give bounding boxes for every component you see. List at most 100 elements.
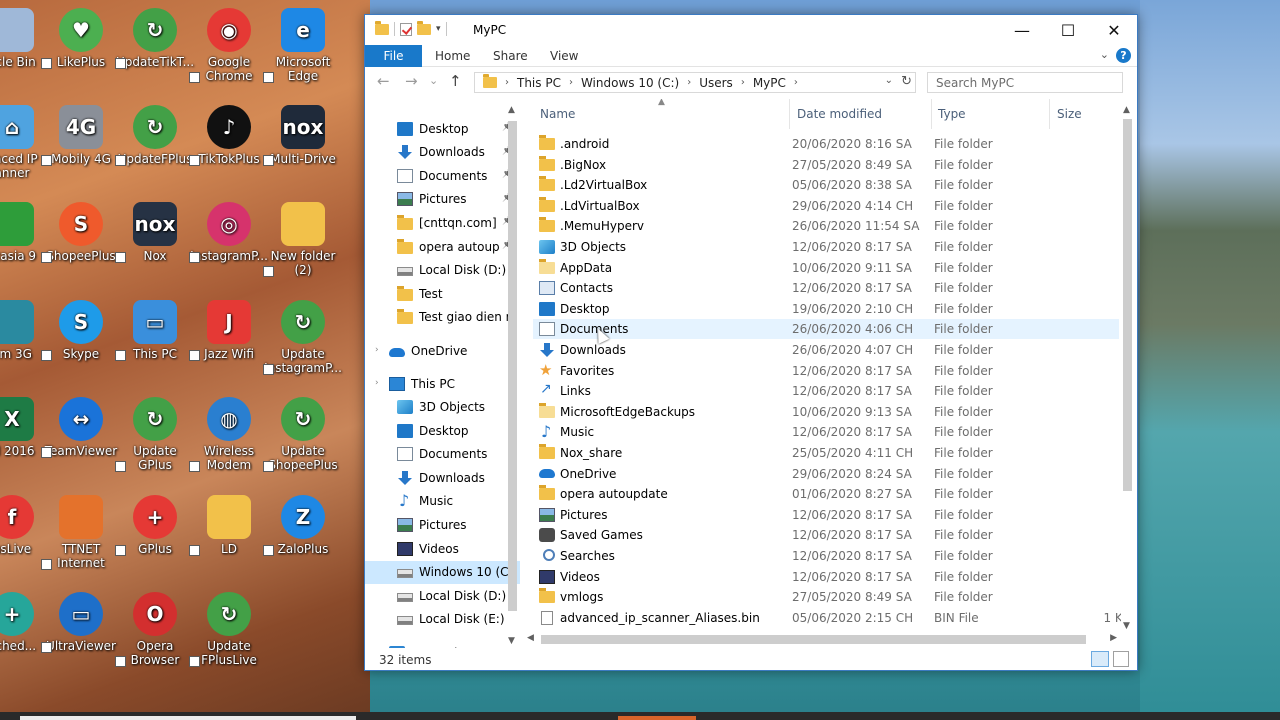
desktop-icon[interactable]: ↻ Update GPlus <box>115 397 195 472</box>
nav-item[interactable]: Pictures <box>365 513 520 536</box>
file-row[interactable]: Pictures 12/06/2020 8:17 SA File folder <box>533 505 1119 525</box>
scrollbar-thumb[interactable] <box>1123 119 1132 491</box>
nav-item[interactable]: Music <box>365 490 520 513</box>
chevron-right-icon[interactable]: › <box>569 77 573 88</box>
tab-view[interactable]: View <box>550 49 578 63</box>
minimize-button[interactable]: — <box>999 15 1045 45</box>
file-row[interactable]: Contacts 12/06/2020 8:17 SA File folder <box>533 278 1119 298</box>
scroll-down-icon[interactable]: ▼ <box>1123 621 1130 631</box>
nav-item[interactable]: [cnttqn.com]📌 <box>365 211 520 234</box>
nav-item[interactable]: › This PC <box>365 372 520 395</box>
help-icon[interactable]: ? <box>1116 48 1131 63</box>
address-bar[interactable]: › This PC › Windows 10 (C:) › Users › My… <box>474 72 916 93</box>
forward-button[interactable]: → <box>405 72 418 90</box>
desktop-icon[interactable]: New folder (2) <box>263 202 343 277</box>
horizontal-scrollbar[interactable]: ◀ ▶ <box>523 632 1121 647</box>
file-row[interactable]: .MemuHyperv 26/06/2020 11:54 SA File folde… <box>533 216 1119 236</box>
file-row[interactable]: Documents 26/06/2020 4:06 CH File folder <box>533 319 1119 340</box>
nav-item[interactable]: Local Disk (E:) <box>365 608 520 631</box>
file-row[interactable]: .android 20/06/2020 8:16 SA File folder <box>533 134 1119 154</box>
nav-item[interactable]: Local Disk (D:) <box>365 259 520 282</box>
maximize-button[interactable]: ☐ <box>1045 15 1091 45</box>
scrollbar-thumb[interactable] <box>541 635 1086 644</box>
desktop-icon[interactable]: 4G Mobily 4G <box>41 105 121 166</box>
desktop-icon[interactable]: ▭ UltraViewer <box>41 592 121 653</box>
nav-item[interactable]: Downloads📌 <box>365 141 520 164</box>
desktop-icon[interactable]: nox Nox <box>115 202 195 263</box>
breadcrumb-mypc[interactable]: MyPC <box>753 76 786 90</box>
desktop-icon[interactable]: ♥ LikePlus <box>41 8 121 69</box>
desktop-icon[interactable]: Z ZaloPlus <box>263 495 343 556</box>
file-row[interactable]: Favorites 12/06/2020 8:17 SA File folder <box>533 361 1119 381</box>
breadcrumb-c-drive[interactable]: Windows 10 (C:) <box>581 76 679 90</box>
desktop-icon[interactable]: TTNET Internet <box>41 495 121 570</box>
file-row[interactable]: AppData 10/06/2020 9:11 SA File folder <box>533 258 1119 278</box>
file-list-scrollbar[interactable]: ▲ ▼ <box>1120 103 1135 633</box>
nav-item[interactable]: Videos <box>365 537 520 560</box>
chevron-right-icon[interactable]: › <box>741 77 745 88</box>
scroll-right-icon[interactable]: ▶ <box>1110 633 1117 643</box>
nav-item[interactable]: Test giao dien m <box>365 306 520 329</box>
desktop-icon[interactable]: ↻ Update FPlusLive <box>189 592 269 667</box>
file-row[interactable]: Desktop 19/06/2020 2:10 CH File folder <box>533 299 1119 319</box>
scroll-left-icon[interactable]: ◀ <box>527 633 534 643</box>
nav-item[interactable]: Desktop <box>365 419 520 442</box>
breadcrumb-users[interactable]: Users <box>699 76 733 90</box>
divider[interactable] <box>931 99 932 129</box>
chevron-right-icon[interactable]: › <box>794 77 798 88</box>
desktop-icon[interactable]: ◎ InstagramP... <box>189 202 269 263</box>
search-input[interactable]: Search MyPC <box>927 72 1123 93</box>
column-header-size[interactable]: Size <box>1057 107 1082 121</box>
file-row[interactable]: .Ld2VirtualBox 05/06/2020 8:38 SA File fol… <box>533 175 1119 195</box>
file-row[interactable]: opera autoupdate 01/06/2020 8:27 SA File f… <box>533 484 1119 504</box>
desktop-icon[interactable]: S ShopeePlus <box>41 202 121 263</box>
nav-item[interactable]: 3D Objects <box>365 395 520 418</box>
file-row[interactable]: 3D Objects 12/06/2020 8:17 SA File folder <box>533 237 1119 257</box>
nav-item[interactable]: Desktop📌 <box>365 117 520 140</box>
properties-icon[interactable] <box>400 22 412 36</box>
scroll-up-icon[interactable]: ▲ <box>508 105 515 115</box>
desktop-icon[interactable]: ↻ Update ShopeePlus <box>263 397 343 472</box>
up-button[interactable]: ↑ <box>449 72 462 90</box>
customize-toolbar-icon[interactable]: ▾ <box>436 24 441 34</box>
close-button[interactable]: ✕ <box>1091 15 1137 45</box>
refresh-icon[interactable]: ↻ <box>901 74 912 89</box>
nav-item[interactable]: Pictures📌 <box>365 188 520 211</box>
desktop-icon[interactable]: ↻ UpdateFPlus <box>115 105 195 166</box>
back-button[interactable]: ← <box>377 72 390 90</box>
address-dropdown-icon[interactable]: ⌄ <box>885 75 893 86</box>
expand-chevron-icon[interactable]: › <box>375 378 379 388</box>
file-row[interactable]: Searches 12/06/2020 8:17 SA File folder <box>533 546 1119 566</box>
nav-item[interactable]: Documents <box>365 443 520 466</box>
desktop-icon[interactable]: ↔ TeamViewer <box>41 397 121 458</box>
nav-item[interactable]: › OneDrive <box>365 339 520 362</box>
expand-chevron-icon[interactable]: › <box>375 345 379 355</box>
desktop-icon[interactable]: J Jazz Wifi <box>189 300 269 361</box>
file-row[interactable]: OneDrive 29/06/2020 8:24 SA File folder <box>533 464 1119 484</box>
desktop-icon[interactable]: S Skype <box>41 300 121 361</box>
nav-item[interactable]: ›Network <box>365 641 520 648</box>
desktop-icon[interactable]: ♪ TikTokPlus <box>189 105 269 166</box>
divider[interactable] <box>789 99 790 129</box>
file-row[interactable]: Downloads 26/06/2020 4:07 CH File folder <box>533 340 1119 360</box>
tab-share[interactable]: Share <box>493 49 528 63</box>
nav-item[interactable]: Local Disk (D:) <box>365 584 520 607</box>
new-folder-icon[interactable] <box>417 20 431 35</box>
nav-item[interactable]: Test <box>365 282 520 305</box>
file-row[interactable]: advanced_ip_scanner_Aliases.bin 05/06/202… <box>533 608 1121 628</box>
file-row[interactable]: Music 12/06/2020 8:17 SA File folder <box>533 422 1119 442</box>
nav-item[interactable]: opera autoup📌 <box>365 235 520 258</box>
navigation-scrollbar[interactable]: ▲ ▼ <box>505 103 520 648</box>
nav-item[interactable]: Documents📌 <box>365 164 520 187</box>
taskbar-item[interactable] <box>618 716 696 720</box>
file-row[interactable]: Nox_share 25/05/2020 4:11 CH File folder <box>533 443 1119 463</box>
divider[interactable] <box>1049 99 1050 129</box>
column-header-date[interactable]: Date modified <box>797 107 882 121</box>
file-row[interactable]: Videos 12/06/2020 8:17 SA File folder <box>533 567 1119 587</box>
desktop-icon[interactable]: e Microsoft Edge <box>263 8 343 83</box>
breadcrumb-this-pc[interactable]: This PC <box>517 76 561 90</box>
expand-ribbon-icon[interactable]: ⌄ <box>1100 48 1109 61</box>
desktop-icon[interactable]: + GPlus <box>115 495 195 556</box>
file-row[interactable]: .BigNox 27/05/2020 8:49 SA File folder <box>533 155 1119 175</box>
file-row[interactable]: MicrosoftEdgeBackups 10/06/2020 9:13 SA Fi… <box>533 402 1119 422</box>
